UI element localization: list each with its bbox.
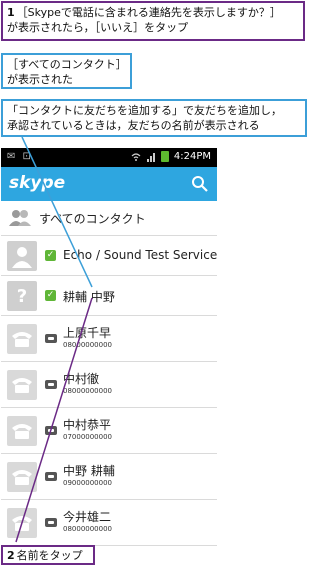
battery-icon [160, 151, 169, 162]
all-contacts-header: すべてのコンタクト [1, 201, 217, 236]
step2-callout: 2 名前をタップ [1, 545, 95, 565]
step1-number: 1 [7, 6, 15, 19]
phone-contact-icon [45, 472, 57, 481]
contact-name: Echo / Sound Test Service [63, 248, 217, 262]
status-bar: ✉ ⊡ 4:24PM [1, 148, 217, 167]
add-friends-line2: 承認されているときは，友だちの名前が表示される [7, 119, 260, 132]
contact-row[interactable]: ✓ Echo / Sound Test Service [1, 236, 217, 276]
contacts-group-icon [9, 210, 31, 226]
step1-line1: 1 ［Skypeで電話に含まれる連絡先を表示しますか？］ [7, 5, 299, 20]
contact-row[interactable]: ? ✓ 耕輔 中野 [1, 276, 217, 316]
contact-number: 08000000000 [63, 525, 112, 533]
online-status-icon: ✓ [45, 290, 56, 301]
contact-name: 中村恭平 [63, 418, 112, 432]
contact-number: 08000000000 [63, 341, 112, 349]
online-status-icon: ✓ [45, 250, 56, 261]
phone-contact-icon [45, 380, 57, 389]
contact-name: 中村徹 [63, 372, 100, 386]
contact-name: 上原千早 [63, 326, 112, 340]
search-icon[interactable] [191, 175, 209, 193]
avatar [7, 370, 37, 400]
step1-callout: 1 ［Skypeで電話に含まれる連絡先を表示しますか？］ が表示されたら，［いいえ… [1, 1, 305, 41]
contact-row[interactable]: 上原千早 08000000000 [1, 316, 217, 362]
step2-text: 名前をタップ [16, 549, 83, 562]
contact-row[interactable]: 中野 耕輔 09000000000 [1, 454, 217, 500]
contact-row[interactable]: 今井雄二 08000000000 [1, 500, 217, 546]
telephone-icon [12, 332, 32, 347]
phone-contact-icon [45, 334, 57, 343]
phone-contact-icon [45, 426, 57, 435]
step1-text-1: ［Skypeで電話に含まれる連絡先を表示しますか？］ [16, 6, 281, 19]
notification-icons: ✉ ⊡ [7, 151, 33, 162]
avatar [7, 324, 37, 354]
signal-icon [146, 152, 155, 162]
skype-logo: skype [9, 173, 66, 193]
telephone-icon [12, 424, 32, 439]
telephone-icon [12, 378, 32, 393]
add-friends-line1: 「コンタクトに友だちを追加する」で友だちを追加し， [7, 104, 282, 117]
contact-number: 08000000000 [63, 387, 112, 395]
contact-row[interactable]: 中村徹 08000000000 [1, 362, 217, 408]
clock: 4:24PM [173, 151, 211, 162]
step1-text-2: が表示されたら，［いいえ］をタップ [7, 21, 189, 34]
contact-name: 耕輔 中野 [63, 290, 115, 304]
all-contacts-line2: が表示された [7, 73, 73, 86]
telephone-icon [12, 470, 32, 485]
phone-screen: ✉ ⊡ 4:24PM skype すべてのコンタクト ✓ Echo / Soun… [1, 148, 217, 566]
phone-contact-icon [45, 518, 57, 527]
person-icon [12, 247, 32, 268]
contact-number: 09000000000 [63, 479, 112, 487]
avatar: ? [7, 281, 37, 311]
avatar [7, 241, 37, 271]
telephone-icon [12, 516, 32, 531]
step2-number: 2 [7, 549, 15, 562]
avatar [7, 416, 37, 446]
all-contacts-line1: ［すべてのコンタクト］ [7, 58, 127, 71]
contact-name: 中野 耕輔 [63, 464, 115, 478]
contact-number: 07000000000 [63, 433, 112, 441]
unknown-avatar-icon: ? [16, 285, 28, 307]
avatar [7, 508, 37, 538]
wifi-icon [131, 152, 141, 161]
all-contacts-title: すべてのコンタクト [39, 212, 146, 226]
all-contacts-callout: ［すべてのコンタクト］ が表示された [1, 53, 132, 89]
app-bar: skype [1, 167, 217, 201]
add-friends-callout: 「コンタクトに友だちを追加する」で友だちを追加し， 承認されているときは，友だち… [1, 99, 307, 137]
avatar [7, 462, 37, 492]
status-right: 4:24PM [131, 151, 211, 162]
contact-name: 今井雄二 [63, 510, 112, 524]
contact-row[interactable]: 中村恭平 07000000000 [1, 408, 217, 454]
